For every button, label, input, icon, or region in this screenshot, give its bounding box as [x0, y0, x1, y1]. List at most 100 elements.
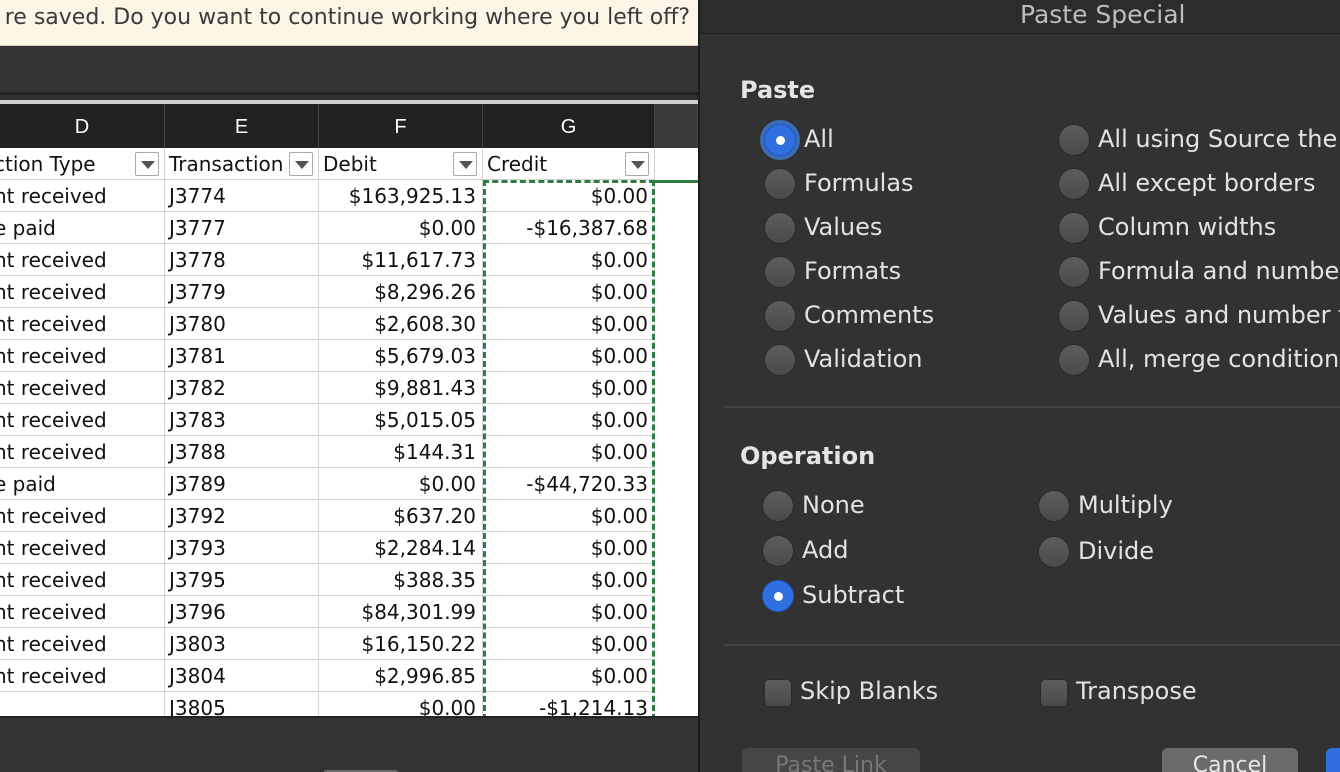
cell-transaction[interactable]: J3779: [165, 276, 319, 308]
paste-radio-validation[interactable]: [764, 344, 796, 376]
cell-transaction[interactable]: J3788: [165, 436, 319, 468]
cell-credit[interactable]: $0.00: [483, 564, 655, 596]
cell-transaction[interactable]: J3774: [165, 180, 319, 212]
cell-type[interactable]: nt received: [0, 244, 165, 276]
adjacent-column-h[interactable]: [655, 148, 698, 716]
paste-option-formats[interactable]: Formats: [764, 254, 1064, 290]
cell-transaction[interactable]: J3778: [165, 244, 319, 276]
cell-credit[interactable]: $0.00: [483, 308, 655, 340]
cell-credit[interactable]: $0.00: [483, 660, 655, 692]
operation-option-multiply[interactable]: Multiply: [1038, 488, 1338, 524]
operation-radio-multiply[interactable]: [1038, 490, 1070, 522]
cell-credit[interactable]: $0.00: [483, 340, 655, 372]
cell-debit[interactable]: $2,284.14: [319, 532, 483, 564]
cell-transaction[interactable]: J3777: [165, 212, 319, 244]
cell-credit[interactable]: $0.00: [483, 500, 655, 532]
cell-debit[interactable]: $84,301.99: [319, 596, 483, 628]
cell-credit[interactable]: $0.00: [483, 180, 655, 212]
cell-type[interactable]: nt received: [0, 180, 165, 212]
filter-dropdown-debit[interactable]: [453, 152, 477, 176]
operation-radio-add[interactable]: [762, 535, 794, 567]
cell-debit[interactable]: $16,150.22: [319, 628, 483, 660]
cell-type[interactable]: nt received: [0, 564, 165, 596]
cell-type[interactable]: nt received: [0, 500, 165, 532]
cell-type[interactable]: nt received: [0, 308, 165, 340]
paste-radio-all-merge-conditiona[interactable]: [1058, 344, 1090, 376]
cell-debit[interactable]: $2,608.30: [319, 308, 483, 340]
paste-option-all[interactable]: All: [764, 122, 1064, 158]
paste-option-comments[interactable]: Comments: [764, 298, 1064, 334]
cell-transaction[interactable]: J3792: [165, 500, 319, 532]
cell-credit[interactable]: $0.00: [483, 372, 655, 404]
paste-radio-formula-and-number[interactable]: [1058, 256, 1090, 288]
cell-transaction[interactable]: J3789: [165, 468, 319, 500]
cell-credit[interactable]: $0.00: [483, 628, 655, 660]
cell-debit[interactable]: $0.00: [319, 468, 483, 500]
paste-link-button[interactable]: Paste Link: [742, 748, 920, 772]
paste-option-formula-and-number[interactable]: Formula and number: [1058, 254, 1340, 290]
cell-transaction[interactable]: J3782: [165, 372, 319, 404]
cancel-button[interactable]: Cancel: [1162, 748, 1298, 772]
operation-radio-none[interactable]: [762, 490, 794, 522]
operation-option-subtract[interactable]: Subtract: [762, 578, 1062, 614]
cell-transaction[interactable]: J3804: [165, 660, 319, 692]
cell-transaction[interactable]: J3796: [165, 596, 319, 628]
cell-credit[interactable]: -$16,387.68: [483, 212, 655, 244]
cell-transaction[interactable]: J3781: [165, 340, 319, 372]
paste-radio-values[interactable]: [764, 212, 796, 244]
cell-credit[interactable]: $0.00: [483, 436, 655, 468]
worksheet-grid[interactable]: D E F G ction Type Transaction Debit Cre…: [0, 104, 698, 716]
cell-transaction[interactable]: J3805: [165, 692, 319, 716]
cell-transaction[interactable]: J3803: [165, 628, 319, 660]
paste-option-validation[interactable]: Validation: [764, 342, 1064, 378]
cell-transaction[interactable]: J3793: [165, 532, 319, 564]
cell-type[interactable]: e paid: [0, 468, 165, 500]
cell-debit[interactable]: $8,296.26: [319, 276, 483, 308]
cell-type[interactable]: nt received: [0, 628, 165, 660]
cell-credit[interactable]: -$1,214.13: [483, 692, 655, 716]
paste-option-formulas[interactable]: Formulas: [764, 166, 1064, 202]
cell-credit[interactable]: $0.00: [483, 596, 655, 628]
cell-debit[interactable]: $5,015.05: [319, 404, 483, 436]
skip-blanks-checkbox-row[interactable]: Skip Blanks: [764, 674, 1024, 710]
paste-option-column-widths[interactable]: Column widths: [1058, 210, 1340, 246]
cell-debit[interactable]: $0.00: [319, 692, 483, 716]
paste-option-values-and-number-f[interactable]: Values and number f: [1058, 298, 1340, 334]
transpose-checkbox[interactable]: [1040, 679, 1068, 707]
cell-transaction[interactable]: J3783: [165, 404, 319, 436]
cell-credit[interactable]: $0.00: [483, 244, 655, 276]
filter-dropdown-type[interactable]: [135, 152, 159, 176]
cell-debit[interactable]: $163,925.13: [319, 180, 483, 212]
cell-debit[interactable]: $637.20: [319, 500, 483, 532]
cell-debit[interactable]: $388.35: [319, 564, 483, 596]
paste-option-all-using-source-the[interactable]: All using Source the: [1058, 122, 1340, 158]
cell-type[interactable]: [0, 692, 165, 716]
filter-dropdown-credit[interactable]: [625, 152, 649, 176]
cell-debit[interactable]: $5,679.03: [319, 340, 483, 372]
cell-transaction[interactable]: J3795: [165, 564, 319, 596]
cell-type[interactable]: nt received: [0, 372, 165, 404]
cell-debit[interactable]: $2,996.85: [319, 660, 483, 692]
transpose-checkbox-row[interactable]: Transpose: [1040, 674, 1300, 710]
skip-blanks-checkbox[interactable]: [764, 679, 792, 707]
operation-option-divide[interactable]: Divide: [1038, 534, 1338, 570]
column-header-g[interactable]: G: [483, 104, 655, 148]
cell-credit[interactable]: $0.00: [483, 404, 655, 436]
column-header-h[interactable]: [655, 104, 698, 148]
cell-type[interactable]: nt received: [0, 532, 165, 564]
ok-button[interactable]: [1326, 748, 1340, 772]
paste-option-values[interactable]: Values: [764, 210, 1064, 246]
cell-debit[interactable]: $144.31: [319, 436, 483, 468]
paste-radio-formats[interactable]: [764, 256, 796, 288]
column-header-e[interactable]: E: [165, 104, 319, 148]
filter-dropdown-transaction[interactable]: [289, 152, 313, 176]
cell-type[interactable]: nt received: [0, 404, 165, 436]
cell-debit[interactable]: $9,881.43: [319, 372, 483, 404]
cell-credit[interactable]: $0.00: [483, 276, 655, 308]
cell-type[interactable]: nt received: [0, 436, 165, 468]
operation-radio-divide[interactable]: [1038, 536, 1070, 568]
paste-option-all-except-borders[interactable]: All except borders: [1058, 166, 1340, 202]
operation-radio-subtract[interactable]: [762, 580, 794, 612]
cell-type[interactable]: nt received: [0, 660, 165, 692]
paste-option-all-merge-conditiona[interactable]: All, merge conditiona: [1058, 342, 1340, 378]
